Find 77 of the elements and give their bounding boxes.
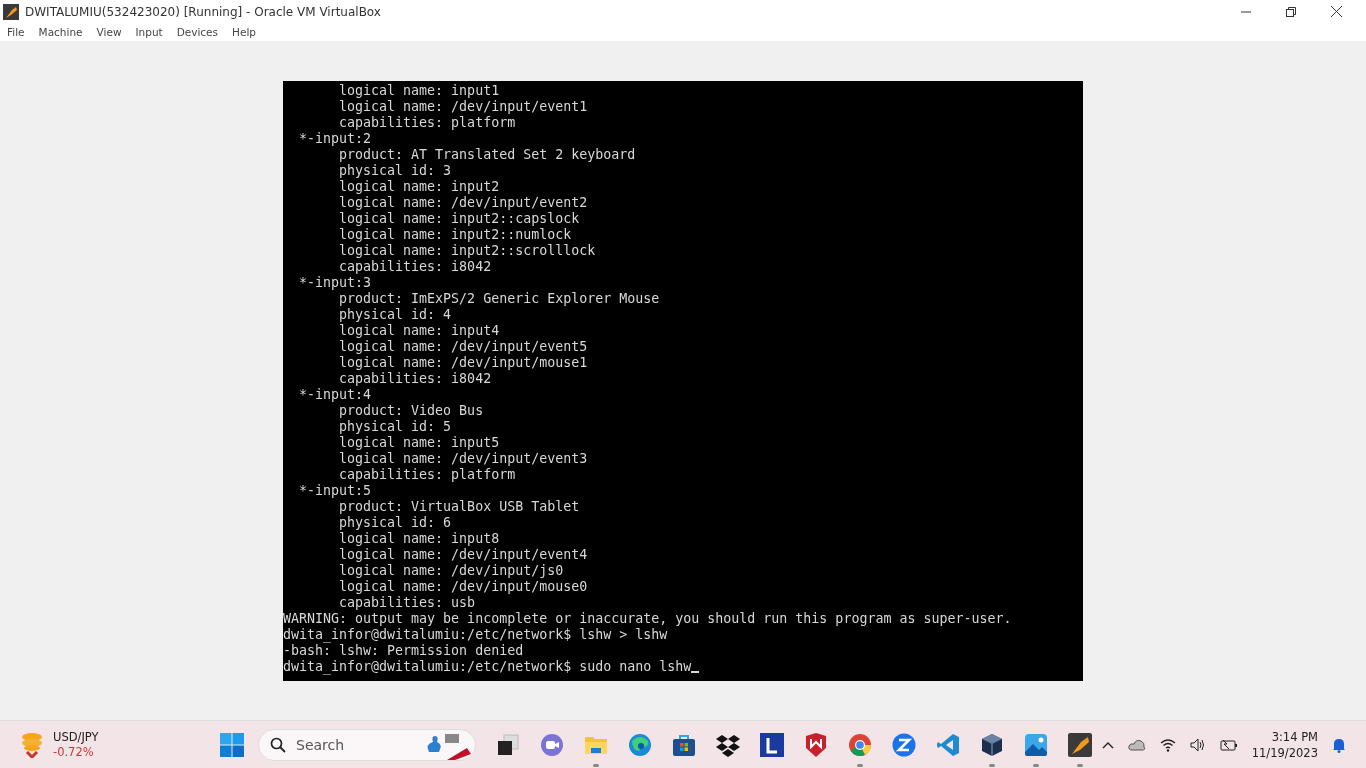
terminal-line: -bash: lshw: Permission denied [283, 643, 525, 659]
terminal-line: capabilities: usb [338, 595, 477, 611]
terminal-line: logical name: /dev/input/mouse1 [338, 355, 589, 371]
terminal-line: logical name: /dev/input/event5 [338, 339, 589, 355]
shield-icon[interactable] [804, 732, 828, 757]
terminal-line: product: AT Translated Set 2 keyboard [338, 147, 637, 163]
menu-item[interactable]: File [7, 26, 25, 38]
terminal-line: logical name: /dev/input/event1 [338, 99, 589, 115]
battery-icon[interactable] [1219, 737, 1238, 752]
text-cursor [691, 671, 700, 673]
clock-time: 3:14 PM [1271, 728, 1318, 745]
video-chat-icon[interactable] [540, 732, 564, 757]
terminal-line: product: VirtualBox USB Tablet [338, 499, 581, 515]
close-icon[interactable] [1331, 6, 1342, 17]
terminal-line: *-input:3 [298, 275, 373, 291]
terminal-line: physical id: 3 [338, 163, 453, 179]
terminal-line: logical name: input1 [338, 83, 501, 99]
box-icon[interactable] [716, 732, 740, 757]
terminal-line: product: Video Bus [338, 403, 485, 419]
windows-logo-icon[interactable] [220, 732, 244, 757]
terminal-line: logical name: input5 [338, 435, 501, 451]
terminal-line: logical name: input2::capslock [338, 211, 581, 227]
code-editor-icon[interactable] [936, 732, 960, 757]
terminal-line: capabilities: platform [338, 467, 517, 483]
terminal-line: logical name: /dev/input/event2 [338, 195, 589, 211]
terminal-line: *-input:5 [298, 483, 373, 499]
terminal-line: physical id: 5 [338, 419, 453, 435]
chevron-up-icon[interactable] [1101, 740, 1114, 749]
clock-date: 11/19/2023 [1251, 744, 1318, 761]
search-icon [270, 736, 286, 753]
menu-item[interactable]: Help [232, 26, 256, 38]
terminal-line: capabilities: i8042 [338, 259, 493, 275]
currency-pair: USD/JPY [53, 729, 99, 745]
browser-icon[interactable] [628, 732, 652, 757]
task-view-icon[interactable] [496, 732, 520, 757]
wifi-icon[interactable] [1159, 737, 1176, 752]
search-input[interactable]: Search [294, 735, 415, 754]
letter-l-icon[interactable] [760, 732, 784, 757]
chrome-icon[interactable] [848, 732, 872, 757]
terminal-line: capabilities: platform [338, 115, 517, 131]
terminal-line: logical name: /dev/input/mouse0 [338, 579, 589, 595]
rate-change: -0.72% [53, 744, 95, 760]
speaker-icon[interactable] [1189, 737, 1206, 752]
menu-item[interactable]: Input [135, 26, 163, 38]
terminal-line: capabilities: i8042 [338, 371, 493, 387]
cube-icon[interactable] [980, 732, 1004, 757]
coins-icon[interactable] [20, 731, 44, 758]
terminal-line: WARNING: output may be incomplete or inaccurate, you should run this program as super-user. [283, 611, 1013, 627]
terminal-line: logical name: input8 [338, 531, 501, 547]
terminal-line: *-input:4 [298, 387, 373, 403]
terminal-line: logical name: /dev/input/js0 [338, 563, 565, 579]
search-field[interactable]: Search [258, 728, 476, 761]
terminal-line: logical name: input2::scrolllock [338, 243, 597, 259]
menu-item[interactable]: Devices [176, 26, 219, 38]
letter-z-icon[interactable] [892, 732, 916, 757]
terminal-line: product: ImExPS/2 Generic Explorer Mouse [338, 291, 661, 307]
terminal-line: physical id: 4 [338, 307, 453, 323]
shopping-bag-icon[interactable] [672, 732, 696, 757]
terminal-line: physical id: 6 [338, 515, 453, 531]
clock[interactable]: 3:14 PM 11/19/2023 [1251, 728, 1318, 761]
photo-icon[interactable] [1024, 732, 1048, 757]
virtualbox-icon[interactable] [1068, 732, 1092, 757]
menu-item[interactable]: View [96, 26, 122, 38]
cloud-icon[interactable] [1127, 738, 1146, 751]
terminal-line: dwita_infor@dwitalumiu:/etc/network$ sudo nano lshw [283, 659, 1083, 675]
window-title: DWITALUMIU(532423020) [Running] - Oracle VM VirtualBox [25, 4, 381, 19]
terminal-line: dwita_infor@dwitalumiu:/etc/network$ lshw > lshw [283, 627, 669, 643]
terminal-line: logical name: /dev/input/event4 [338, 547, 589, 563]
menu-item[interactable]: Machine [38, 26, 83, 38]
terminal-line: logical name: input4 [338, 323, 501, 339]
bell-icon[interactable] [1332, 736, 1346, 753]
terminal-line: logical name: /dev/input/event3 [338, 451, 589, 467]
terminal-line: logical name: input2 [338, 179, 501, 195]
terminal-line: *-input:2 [298, 131, 373, 147]
restore-icon[interactable] [1286, 6, 1296, 17]
terminal-line: logical name: input2::numlock [338, 227, 573, 243]
virtualbox-icon [3, 3, 19, 20]
